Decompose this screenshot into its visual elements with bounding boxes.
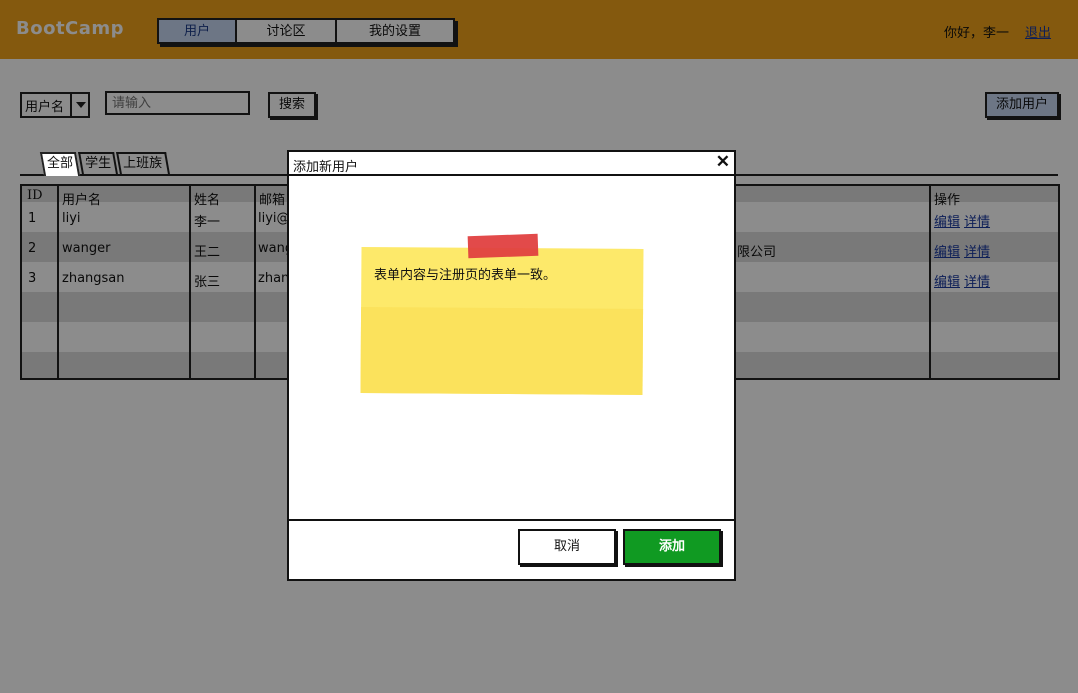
- cancel-button[interactable]: 取消: [518, 529, 616, 565]
- add-user-dialog: 添加新用户 ✕ 表单内容与注册页的表单一致。 取消 添加: [287, 150, 736, 581]
- dialog-title: 添加新用户: [293, 160, 359, 175]
- confirm-add-button[interactable]: 添加: [623, 529, 721, 565]
- close-icon[interactable]: ✕: [716, 152, 730, 172]
- dialog-footer: 取消 添加: [289, 519, 734, 579]
- sticky-note-text: 表单内容与注册页的表单一致。: [374, 268, 557, 283]
- dialog-title-bar: 添加新用户 ✕: [289, 152, 734, 176]
- tab-all[interactable]: 全部: [39, 152, 81, 176]
- sticky-note-fold: [360, 307, 644, 395]
- tape-decoration: [467, 233, 539, 259]
